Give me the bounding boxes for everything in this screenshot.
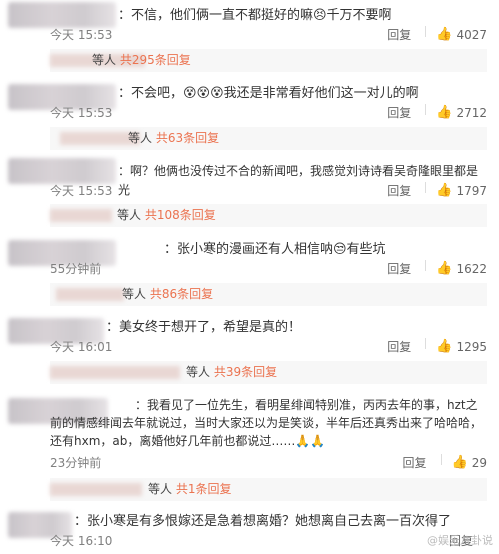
like-button[interactable]: 👍 1295 <box>436 338 487 355</box>
reply-thread-link[interactable]: 等人 共108条回复 <box>50 204 487 227</box>
like-count: 2712 <box>456 105 487 120</box>
comment-actions: 回复 👍 4027 <box>387 26 487 43</box>
reply-thread-label: 等人 共86条回复 <box>122 287 214 301</box>
like-button[interactable]: 👍 1622 <box>436 260 487 277</box>
timestamp: 今天 15:53 <box>50 28 113 42</box>
reply-thread-label: 等人 共108条回复 <box>117 208 216 222</box>
reply-thread-link[interactable]: 等人 共1条回复 <box>50 478 487 501</box>
comment-text: ：张小寒的漫画还有人相信呐😒有些坑 <box>164 242 386 257</box>
divider <box>425 182 427 193</box>
comment-text: ：不信，他们俩一直不都挺好的嘛😣千万不要啊 <box>118 8 392 23</box>
timestamp: 55分钟前 <box>50 262 102 276</box>
reply-button[interactable]: 回复 <box>403 454 427 471</box>
reply-avatars-blur <box>50 483 142 496</box>
comment-actions: 回复 👍 1797 <box>387 182 487 199</box>
reply-thread-label: 等人 共39条回复 <box>186 365 278 379</box>
reply-button[interactable]: 回复 <box>387 182 411 199</box>
comment-actions: 回复 👍 1295 <box>387 338 487 355</box>
comment-text: ：张小寒是有多恨嫁还是急着想离婚？她想离自己去离一百次得了 <box>74 514 452 529</box>
divider <box>440 454 442 465</box>
reply-button[interactable]: 回复 <box>387 104 411 121</box>
reply-button[interactable]: 回复 <box>387 260 411 277</box>
comment-text: ：美女终于想开了，希望是真的！ <box>106 320 302 335</box>
thumbs-up-icon: 👍 <box>436 183 453 198</box>
comment-actions: 回复 👍 2712 <box>387 104 487 121</box>
divider <box>425 26 427 37</box>
reply-thread-link[interactable]: 等人 共63条回复 <box>50 127 487 150</box>
thumbs-up-icon: 👍 <box>436 105 453 120</box>
reply-thread-label: 等人 共295条回复 <box>92 53 191 67</box>
reply-thread-link[interactable]: 等人 共39条回复 <box>50 361 487 384</box>
reply-button[interactable]: 回复 <box>387 338 411 355</box>
timestamp: 23分钟前 <box>50 456 102 470</box>
timestamp: 今天 16:01 <box>50 340 113 354</box>
like-count: 29 <box>471 455 487 470</box>
like-count: 1295 <box>456 339 487 354</box>
comment-actions: 回复 👍 1622 <box>387 260 487 277</box>
reply-thread-link[interactable]: 等人 共295条回复 <box>50 49 487 72</box>
timestamp: 今天 15:53 <box>50 106 113 120</box>
reply-thread-label: 等人 共63条回复 <box>128 131 220 145</box>
divider <box>425 338 427 349</box>
reply-avatars-blur <box>56 288 124 301</box>
reply-thread-label: 等人 共1条回复 <box>148 482 232 496</box>
timestamp: 今天 15:53 <box>50 184 113 198</box>
reply-avatars-blur <box>50 366 180 379</box>
avatar[interactable] <box>8 158 116 184</box>
thumbs-up-icon: 👍 <box>436 27 453 42</box>
watermark: @娱乐八卦说 <box>427 534 493 547</box>
like-button[interactable]: 👍 1797 <box>436 182 487 199</box>
timestamp: 今天 16:10 <box>50 534 113 548</box>
reply-thread-link[interactable]: 等人 共86条回复 <box>50 283 487 306</box>
comment-text: ：不会吧，😵😵😵我还是非常看好他们这一对儿的啊 <box>118 86 419 101</box>
divider <box>425 104 427 115</box>
like-count: 1622 <box>456 261 487 276</box>
reply-avatars-blur <box>50 209 112 222</box>
thumbs-up-icon: 👍 <box>436 261 453 276</box>
reply-button[interactable]: 回复 <box>387 26 411 43</box>
like-button[interactable]: 👍 2712 <box>436 104 487 121</box>
thumbs-up-icon: 👍 <box>451 455 468 470</box>
like-count: 4027 <box>456 27 487 42</box>
like-button[interactable]: 👍 4027 <box>436 26 487 43</box>
comment-text: ：我看见了一位先生，看明星绯闻特别准，丙丙去年的事，hzt之前的情感绯闻去年就说… <box>50 398 483 448</box>
like-count: 1797 <box>456 183 487 198</box>
comment-actions: 回复 👍 29 <box>403 454 487 471</box>
divider <box>425 260 427 271</box>
avatar[interactable] <box>8 2 116 28</box>
thumbs-up-icon: 👍 <box>436 339 453 354</box>
like-button[interactable]: 👍 29 <box>452 454 487 471</box>
